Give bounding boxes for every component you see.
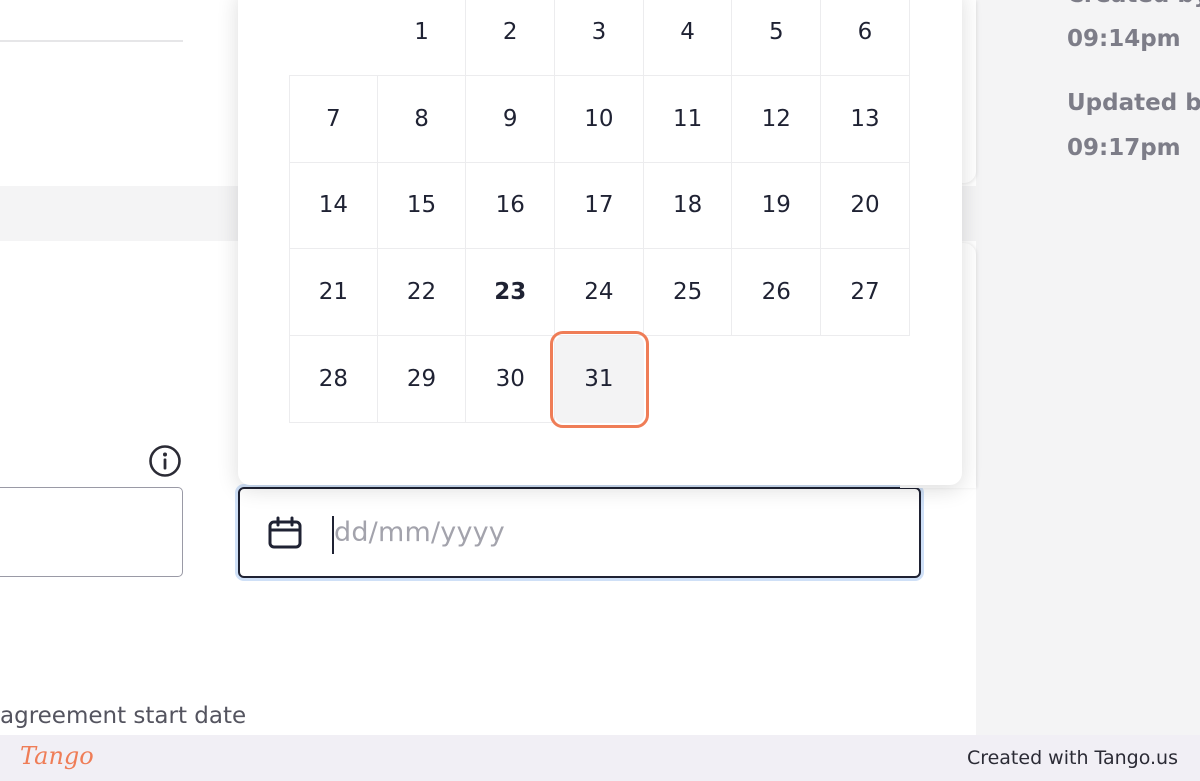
calendar-day-29[interactable]: 29 <box>377 336 467 423</box>
calendar-day-8[interactable]: 8 <box>377 75 467 163</box>
calendar-day-11[interactable]: 11 <box>643 75 733 163</box>
calendar-day-10[interactable]: 10 <box>555 75 644 163</box>
tango-logo: Tango <box>20 742 94 770</box>
calendar-day-25[interactable]: 25 <box>643 249 733 337</box>
calendar-day-23[interactable]: 23 <box>466 249 556 337</box>
calendar-day-21[interactable]: 21 <box>289 249 378 337</box>
calendar-icon[interactable] <box>266 515 304 553</box>
date-placeholder: dd/mm/yyyy <box>334 517 505 548</box>
calendar-day-19[interactable]: 19 <box>732 162 822 250</box>
calendar-day-17[interactable]: 17 <box>555 162 644 250</box>
calendar-empty-cell <box>821 336 910 423</box>
calendar-day-7[interactable]: 7 <box>289 75 378 163</box>
text-input[interactable] <box>0 487 183 577</box>
calendar-grid: 1 2 3 4 5 6 7 8 9 10 11 12 13 14 15 16 17 18 19 20 21 22 23 24 2… <box>289 0 910 428</box>
divider <box>0 40 183 42</box>
calendar-day-4[interactable]: 4 <box>643 0 733 76</box>
calendar-day-12[interactable]: 12 <box>732 75 822 163</box>
updated-time: 09:17pm <box>1067 135 1181 161</box>
calendar-day-3[interactable]: 3 <box>555 0 644 76</box>
calendar-day-13[interactable]: 13 <box>821 75 910 163</box>
calendar-day-31[interactable]: 31 <box>550 331 649 428</box>
calendar-day-20[interactable]: 20 <box>821 162 910 250</box>
calendar-day-30[interactable]: 30 <box>466 336 556 423</box>
calendar-day-18[interactable]: 18 <box>643 162 733 250</box>
calendar-day-22[interactable]: 22 <box>377 249 467 337</box>
calendar-day-1[interactable]: 1 <box>377 0 467 76</box>
created-label: Created by <box>1067 0 1200 8</box>
calendar-day-6[interactable]: 6 <box>821 0 910 76</box>
footer-credit: Created with Tango.us <box>966 747 1178 769</box>
calendar-day-5[interactable]: 5 <box>732 0 822 76</box>
calendar-day-27[interactable]: 27 <box>821 249 910 337</box>
calendar-day-9[interactable]: 9 <box>466 75 556 163</box>
calendar-day-15[interactable]: 15 <box>377 162 467 250</box>
calendar-day-14[interactable]: 14 <box>289 162 378 250</box>
calendar-day-26[interactable]: 26 <box>732 249 822 337</box>
calendar-empty-cell <box>644 336 733 423</box>
footer: Tango Created with Tango.us <box>0 735 1200 781</box>
calendar-day-2[interactable]: 2 <box>466 0 556 76</box>
created-time: 09:14pm <box>1067 26 1181 52</box>
info-icon[interactable] <box>147 443 182 478</box>
calendar-day-24[interactable]: 24 <box>555 249 644 337</box>
calendar-empty-cell <box>289 0 378 76</box>
calendar-day-16[interactable]: 16 <box>466 162 556 250</box>
calendar-day-28[interactable]: 28 <box>289 336 378 423</box>
date-input[interactable]: dd/mm/yyyy <box>238 487 921 578</box>
updated-label: Updated b <box>1067 90 1200 116</box>
calendar-popup: 1 2 3 4 5 6 7 8 9 10 11 12 13 14 15 16 17 18 19 20 21 22 23 24 2… <box>238 0 962 485</box>
calendar-empty-cell <box>732 336 821 423</box>
field-label: agreement start date <box>0 703 247 729</box>
